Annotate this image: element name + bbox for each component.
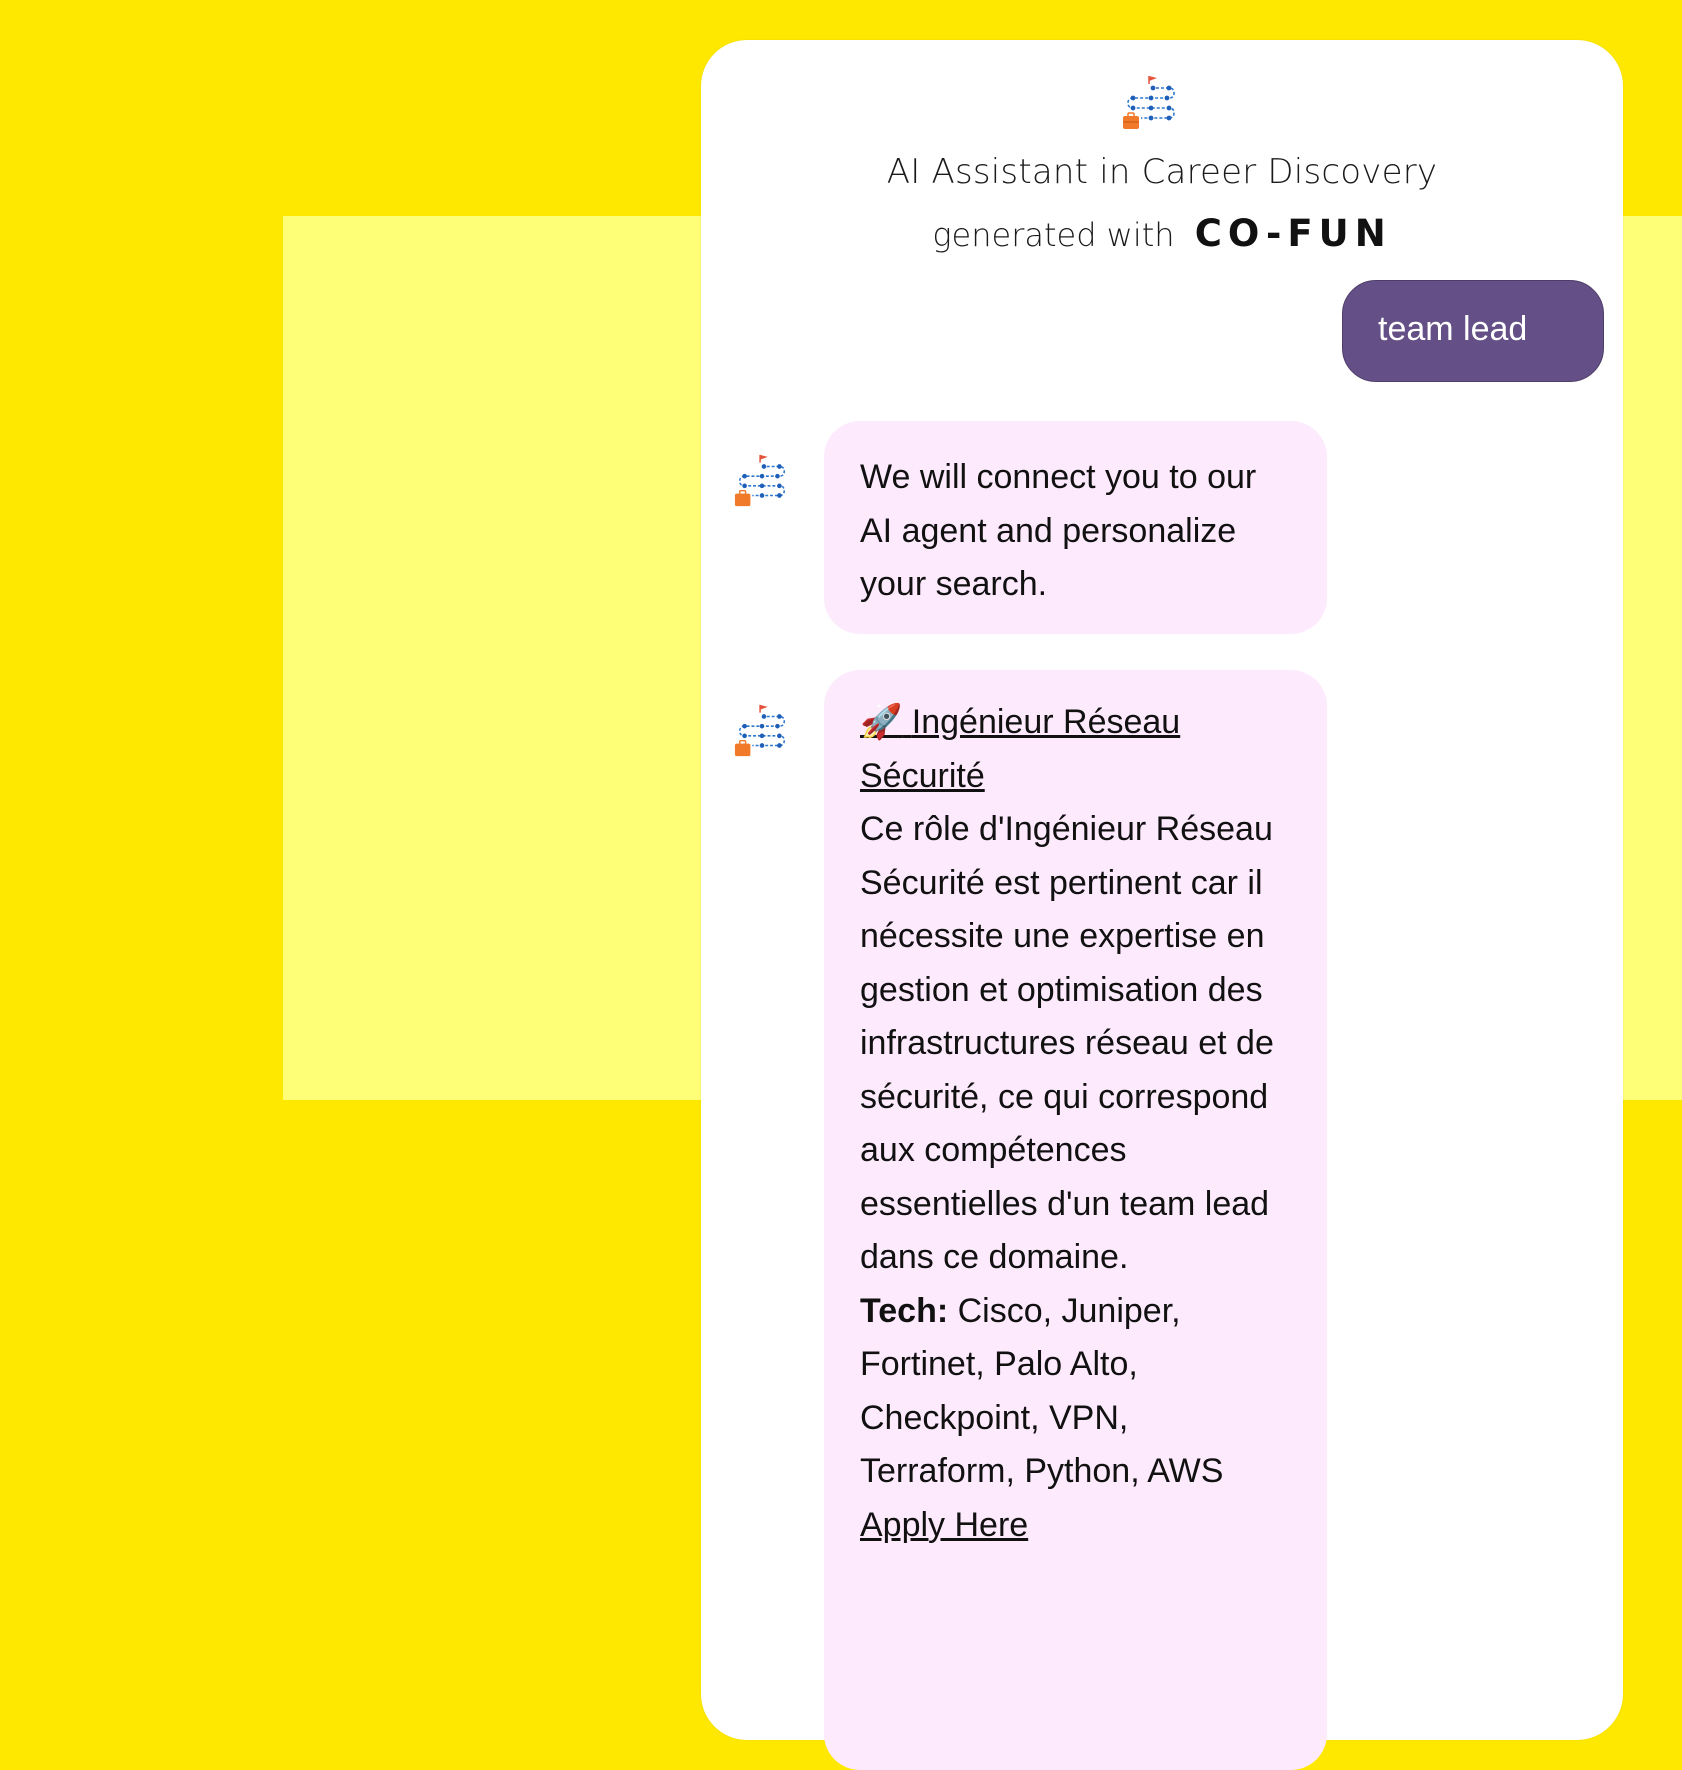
subtitle-prefix: generated with xyxy=(932,216,1175,254)
career-path-logo-icon xyxy=(1123,76,1175,129)
job-suggestion-bubble: 🚀 Ingénieur Réseau Sécurité Ce rôle d'In… xyxy=(824,670,1327,1770)
job-description: Ce rôle d'Ingénieur Réseau Sécurité est … xyxy=(860,810,1274,1276)
user-message-text: team lead xyxy=(1378,310,1528,348)
chat-subtitle: generated with CO-FUN xyxy=(701,212,1623,255)
chat-window: AI Assistant in Career Discovery generat… xyxy=(701,40,1623,1770)
rocket-icon: 🚀 xyxy=(860,703,903,741)
apply-here-link[interactable]: Apply Here xyxy=(860,1506,1028,1544)
job-tech-line: Tech: Cisco, Juniper, Fortinet, Palo Alt… xyxy=(860,1285,1291,1499)
chat-title: AI Assistant in Career Discovery xyxy=(886,152,1438,192)
job-title-link[interactable]: 🚀 Ingénieur Réseau Sécurité xyxy=(860,703,1180,795)
job-title-text: Ingénieur Réseau Sécurité xyxy=(860,703,1181,795)
brand-name: CO-FUN xyxy=(1194,212,1392,255)
tech-label: Tech: xyxy=(860,1291,949,1330)
assistant-message-bubble: We will connect you to our AI agent and … xyxy=(824,421,1327,634)
assistant-avatar-icon xyxy=(734,704,786,757)
assistant-avatar-icon xyxy=(734,454,786,507)
user-message-bubble: team lead xyxy=(1342,280,1604,382)
assistant-intro-text: We will connect you to our AI agent and … xyxy=(860,458,1257,603)
